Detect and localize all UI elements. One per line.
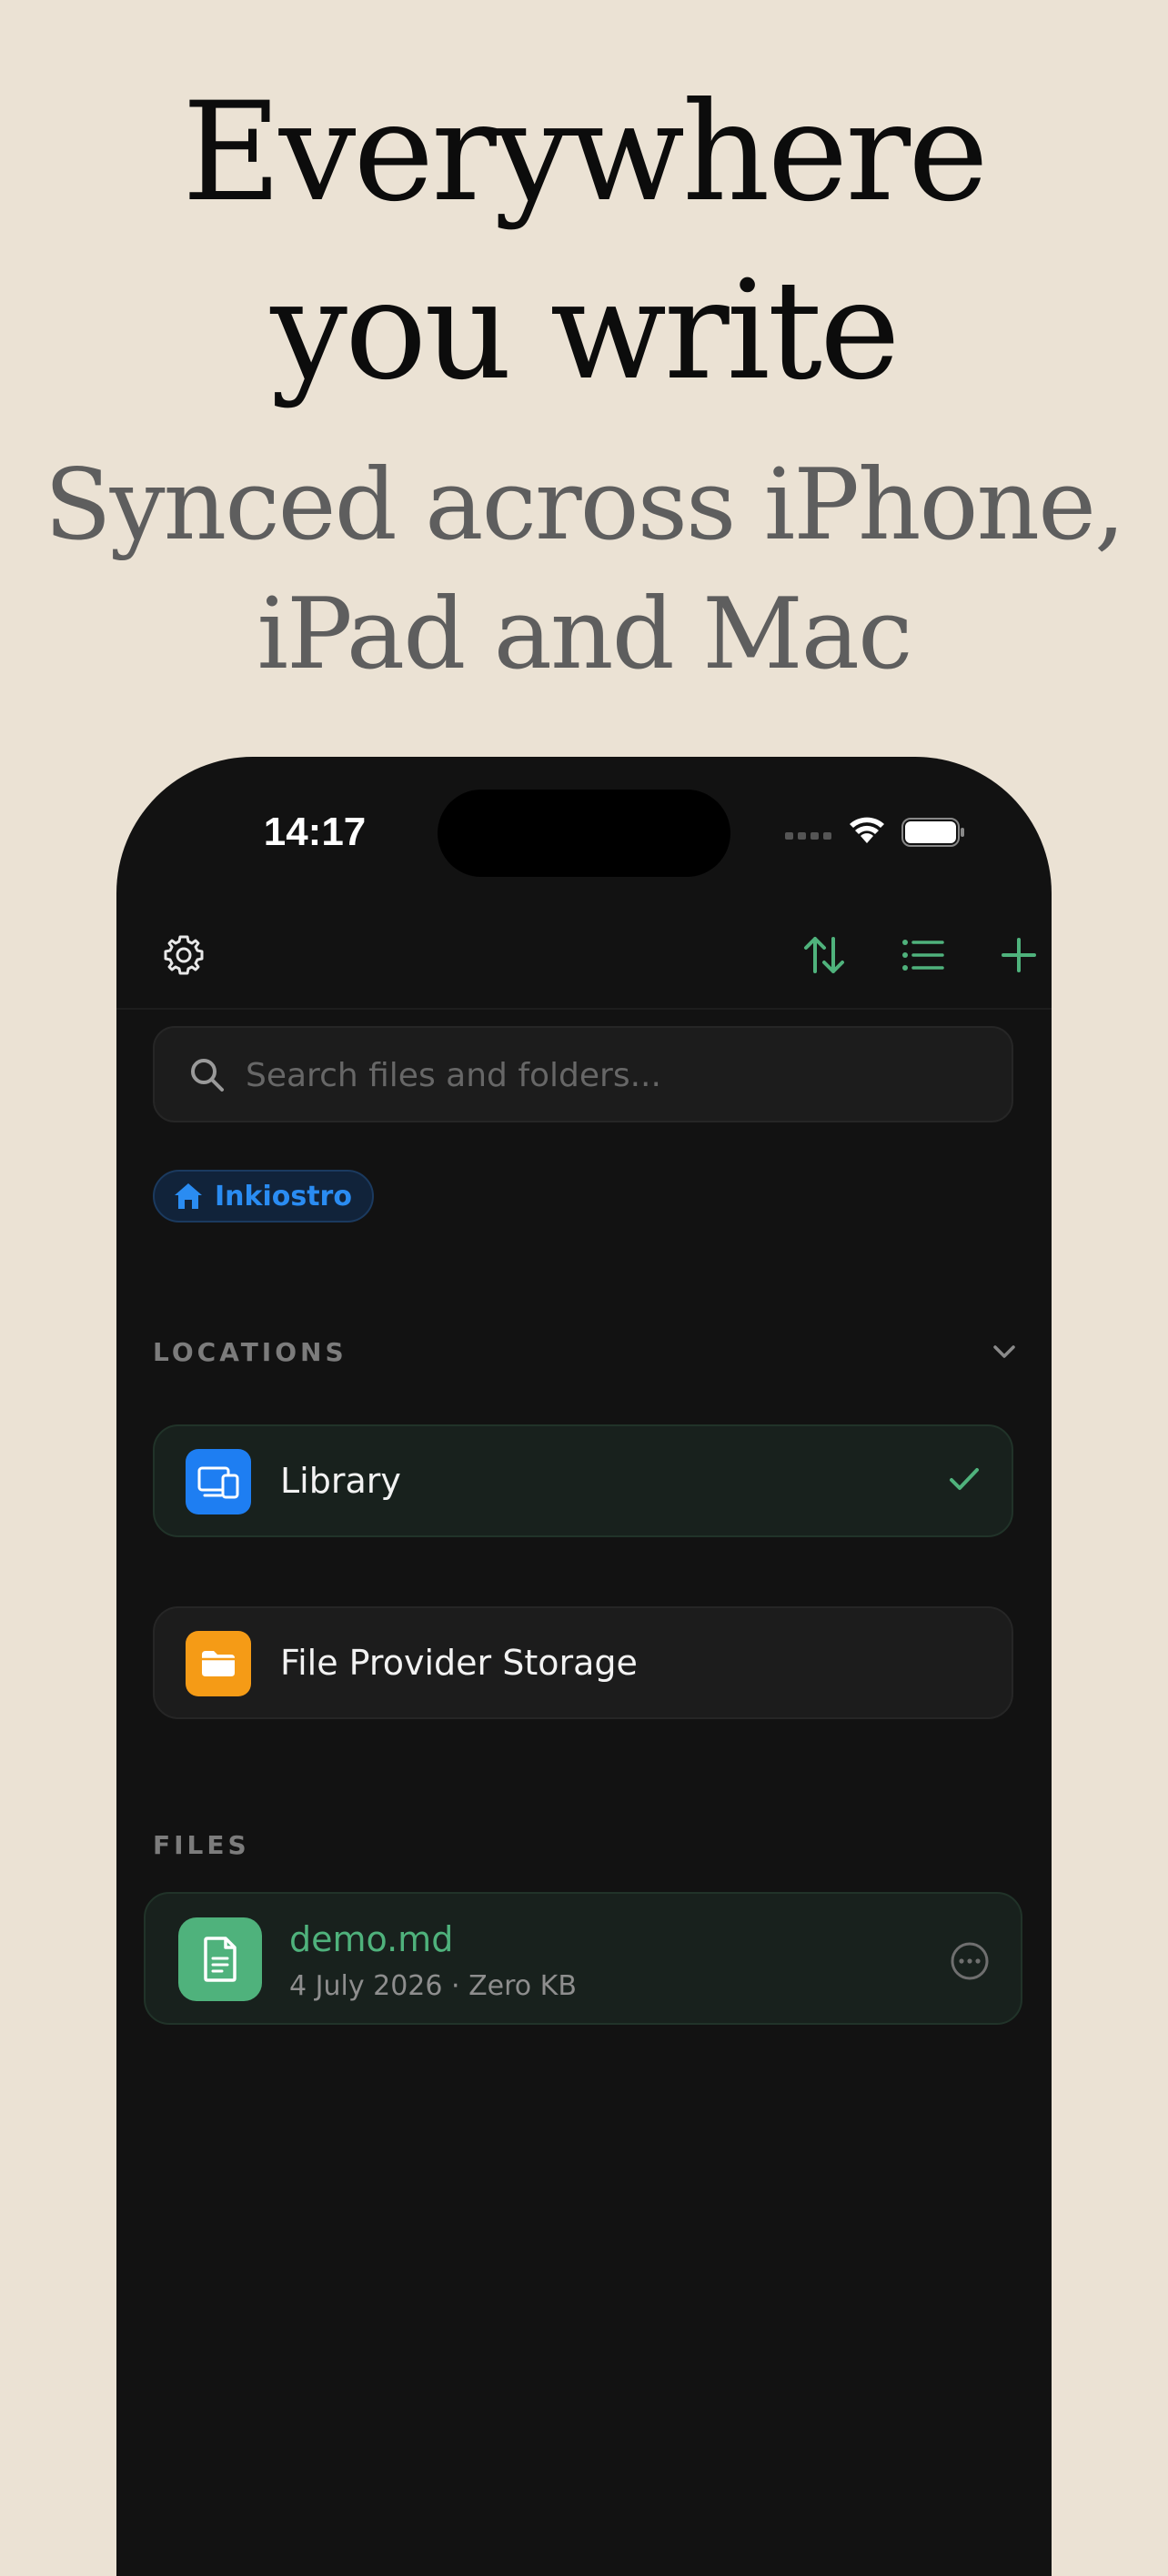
- search-icon: [191, 1059, 224, 1092]
- sort-icon: [804, 937, 844, 973]
- breadcrumb-label: Inkiostro: [215, 1180, 352, 1213]
- folder-icon: [202, 1651, 235, 1676]
- dynamic-island: [438, 790, 730, 877]
- toolbar-divider: [116, 1008, 1052, 1010]
- file-provider-icon-tile: [186, 1631, 251, 1696]
- location-item-file-provider-storage[interactable]: File Provider Storage: [153, 1606, 1013, 1719]
- status-time: 14:17: [263, 810, 367, 854]
- library-icon-tile: [186, 1449, 251, 1514]
- file-icon-tile: [178, 1917, 262, 2001]
- location-item-library[interactable]: Library: [153, 1424, 1013, 1537]
- marketing-headline: Everywhere you write: [0, 64, 1168, 420]
- list-icon: [902, 940, 944, 971]
- home-icon: [175, 1183, 202, 1209]
- battery-icon: [901, 818, 964, 847]
- headline-line-2: you write: [270, 252, 900, 410]
- checkmark-icon: [950, 1468, 979, 1490]
- more-options-icon[interactable]: [950, 1941, 990, 1981]
- status-icons: [785, 814, 976, 850]
- gear-icon: [164, 935, 204, 975]
- search-bar[interactable]: [153, 1026, 1013, 1122]
- headline-line-1: Everywhere: [182, 74, 989, 232]
- file-meta: 4 July 2026 · Zero KB: [289, 1970, 577, 2002]
- marketing-subheadline: Synced across iPhone, iPad and Mac: [0, 441, 1168, 699]
- file-item[interactable]: demo.md 4 July 2026 · Zero KB: [144, 1892, 1022, 2025]
- breadcrumb-chip[interactable]: Inkiostro: [153, 1170, 374, 1223]
- sort-button[interactable]: [788, 919, 861, 991]
- wifi-icon: [850, 817, 884, 843]
- files-header: FILES: [153, 1830, 250, 1860]
- phone-frame: 14:17 Search files and folders... Inkios…: [116, 757, 1052, 2576]
- devices-icon: [197, 1466, 239, 1499]
- file-name: demo.md: [289, 1919, 454, 1959]
- location-label: File Provider Storage: [280, 1643, 638, 1683]
- settings-button[interactable]: [147, 919, 220, 991]
- subheadline-line-1: Synced across iPhone,: [44, 448, 1126, 562]
- document-icon: [204, 1937, 237, 1982]
- cellular-icon: [785, 832, 831, 840]
- plus-icon: [1002, 938, 1036, 972]
- locations-header: LOCATIONS: [153, 1337, 347, 1367]
- search-input[interactable]: [244, 1044, 993, 1106]
- subheadline-line-2: iPad and Mac: [257, 578, 912, 691]
- chevron-down-icon[interactable]: [992, 1343, 1017, 1361]
- add-button[interactable]: [982, 919, 1052, 991]
- location-label: Library: [280, 1461, 401, 1501]
- view-mode-button[interactable]: [886, 919, 959, 991]
